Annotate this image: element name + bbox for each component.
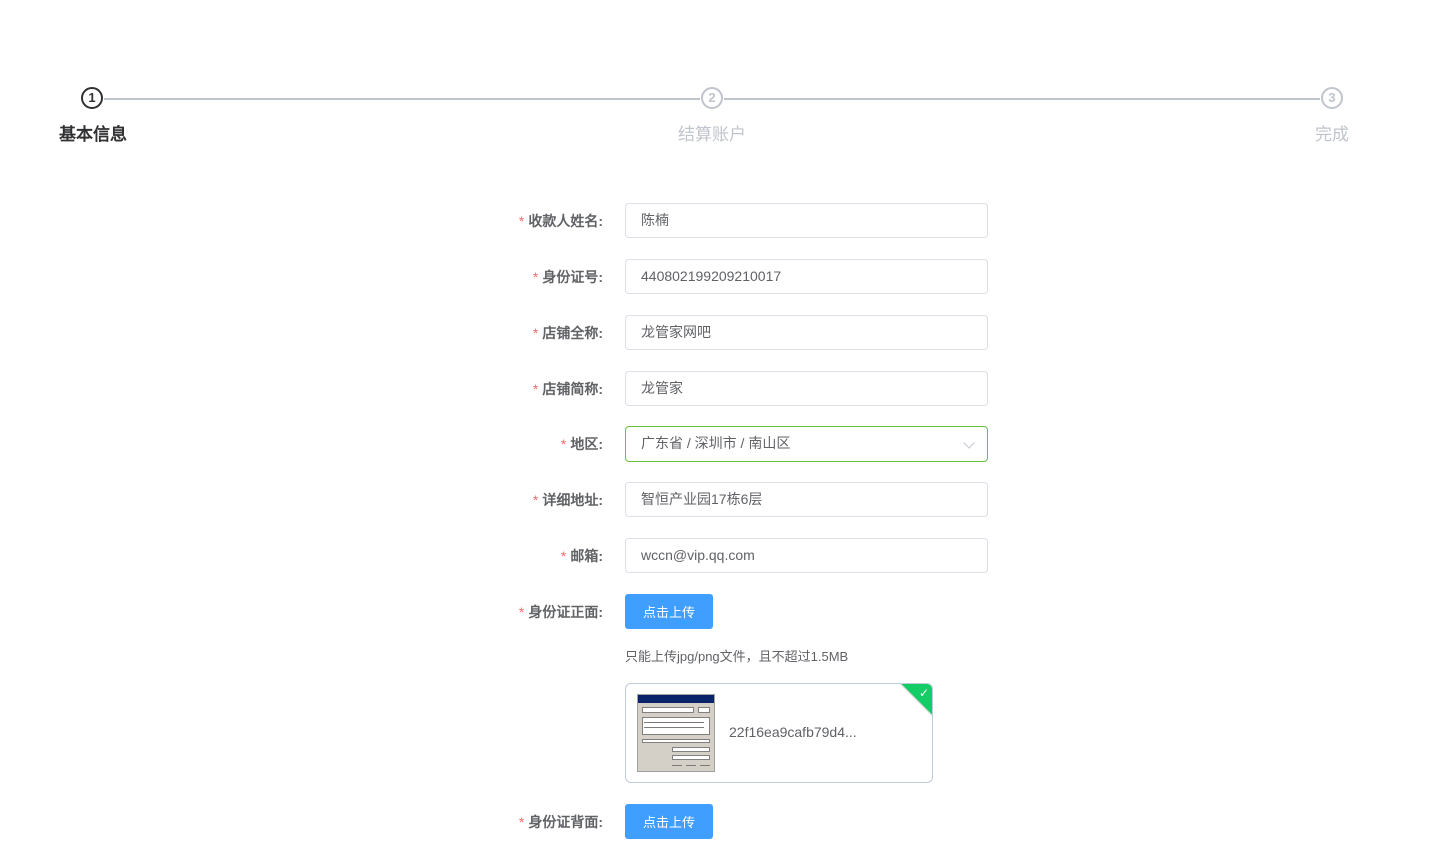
region-select-value: 广东省 / 深圳市 / 南山区: [641, 435, 791, 451]
email-input[interactable]: wccn@vip.qq.com: [625, 538, 988, 573]
id-number-label: * 身份证号:: [532, 269, 603, 285]
email-label: * 邮箱:: [560, 548, 603, 564]
required-mark: *: [532, 269, 539, 285]
region-label: * 地区:: [560, 436, 603, 452]
id-back-label: * 身份证背面:: [518, 814, 603, 830]
required-mark: *: [532, 492, 539, 508]
payee-name-label: * 收款人姓名:: [518, 213, 603, 229]
address-label: * 详细地址:: [532, 492, 603, 508]
required-mark: *: [560, 548, 567, 564]
store-short-name-label: * 店铺简称:: [532, 381, 603, 397]
required-mark: *: [532, 325, 539, 341]
required-mark: *: [532, 381, 539, 397]
upload-tip: 只能上传jpg/png文件，且不超过1.5MB: [625, 649, 849, 664]
step-line-2: [724, 98, 1320, 100]
store-short-name-input[interactable]: 龙管家: [625, 371, 988, 406]
step-2-icon: 2: [701, 87, 723, 109]
check-icon: ✓: [918, 686, 929, 700]
step-2-title: 结算账户: [678, 125, 746, 144]
required-mark: *: [518, 213, 525, 229]
file-name: 22f16ea9cafb79d4...: [729, 724, 857, 740]
required-mark: *: [560, 436, 567, 452]
steps-bar: 1 基本信息 2 结算账户 3 完成: [0, 0, 1433, 160]
id-back-upload-button[interactable]: 点击上传: [625, 804, 713, 839]
address-input[interactable]: 智恒产业园17栋6层: [625, 482, 988, 517]
required-mark: *: [518, 604, 525, 620]
step-line-1: [104, 98, 700, 100]
chevron-down-icon: [963, 437, 975, 449]
step-1-icon: 1: [81, 87, 103, 109]
store-full-name-input[interactable]: 龙管家网吧: [625, 315, 988, 350]
uploaded-file-card[interactable]: 22f16ea9cafb79d4... ✓: [625, 683, 933, 783]
store-full-name-label: * 店铺全称:: [532, 325, 603, 341]
step-1-title: 基本信息: [59, 125, 127, 144]
step-3-icon: 3: [1321, 87, 1343, 109]
required-mark: *: [518, 814, 525, 830]
id-front-label: * 身份证正面:: [518, 604, 603, 620]
id-number-input[interactable]: 440802199209210017: [625, 259, 988, 294]
payee-name-input[interactable]: 陈楠: [625, 203, 988, 238]
step-3-title: 完成: [1315, 125, 1349, 144]
id-front-upload-button[interactable]: 点击上传: [625, 594, 713, 629]
region-select[interactable]: 广东省 / 深圳市 / 南山区: [625, 426, 988, 462]
file-thumbnail: [637, 694, 715, 772]
